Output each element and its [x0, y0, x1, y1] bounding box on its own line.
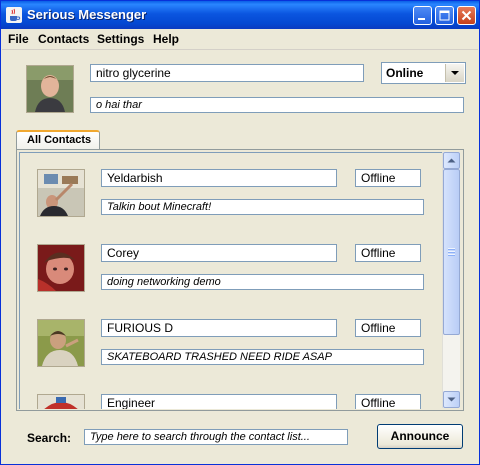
contact-avatar: [37, 244, 85, 292]
scroll-up-button[interactable]: [443, 152, 460, 169]
contact-status: Offline: [355, 394, 421, 409]
menu-bar: File Contacts Settings Help: [2, 29, 478, 50]
contact-row[interactable]: Yeldarbish Offline Talkin bout Minecraft…: [20, 153, 443, 228]
contact-list-scrollbar[interactable]: [442, 152, 460, 408]
chevron-down-icon: [447, 397, 456, 402]
menu-contacts[interactable]: Contacts: [38, 32, 89, 46]
contact-row[interactable]: Engineer Offline: [20, 378, 443, 409]
contact-name: Yeldarbish: [101, 169, 337, 187]
scroll-down-button[interactable]: [443, 391, 460, 408]
scroll-thumb[interactable]: [443, 169, 460, 335]
contact-name: Corey: [101, 244, 337, 262]
maximize-icon: [439, 10, 450, 21]
tab-all-contacts[interactable]: All Contacts: [16, 130, 100, 150]
tab-all-contacts-label: All Contacts: [27, 134, 92, 146]
contact-message: SKATEBOARD TRASHED NEED RIDE ASAP: [101, 349, 424, 365]
contact-message: Talkin bout Minecraft!: [101, 199, 424, 215]
contact-name: Engineer: [101, 394, 337, 409]
menu-file[interactable]: File: [8, 32, 29, 46]
window-title: Serious Messenger: [27, 7, 147, 22]
minimize-button[interactable]: [413, 6, 432, 25]
search-input[interactable]: Type here to search through the contact …: [84, 429, 348, 445]
contact-row[interactable]: Corey Offline doing networking demo: [20, 228, 443, 303]
chevron-up-icon: [447, 158, 456, 163]
contact-avatar: [37, 394, 85, 409]
menu-help[interactable]: Help: [153, 32, 179, 46]
contact-row[interactable]: FURIOUS D Offline SKATEBOARD TRASHED NEE…: [20, 303, 443, 378]
contact-name: FURIOUS D: [101, 319, 337, 337]
profile-avatar[interactable]: [26, 65, 74, 113]
profile-message-field[interactable]: o hai thar: [90, 97, 464, 113]
contact-status: Offline: [355, 244, 421, 262]
contact-status: Offline: [355, 319, 421, 337]
contact-message: doing networking demo: [101, 274, 424, 290]
contact-list[interactable]: Yeldarbish Offline Talkin bout Minecraft…: [19, 152, 443, 409]
contact-avatar: [37, 169, 85, 217]
close-button[interactable]: [457, 6, 476, 25]
search-label: Search:: [27, 431, 72, 445]
profile-name-field[interactable]: nitro glycerine: [90, 64, 364, 82]
chevron-down-icon[interactable]: [445, 64, 464, 82]
grip-icon: [448, 248, 455, 256]
title-bar[interactable]: Serious Messenger: [1, 1, 479, 29]
maximize-button[interactable]: [435, 6, 454, 25]
java-cup-icon: [6, 7, 22, 23]
minimize-icon: [418, 18, 425, 20]
status-selected-value: Online: [386, 66, 424, 80]
status-dropdown[interactable]: Online: [381, 62, 466, 84]
contact-avatar: [37, 319, 85, 367]
announce-button[interactable]: Announce: [377, 424, 463, 449]
contact-status: Offline: [355, 169, 421, 187]
messenger-window: Serious Messenger File Contacts Settings…: [0, 0, 480, 465]
menu-settings[interactable]: Settings: [97, 32, 144, 46]
close-icon: [461, 10, 472, 21]
